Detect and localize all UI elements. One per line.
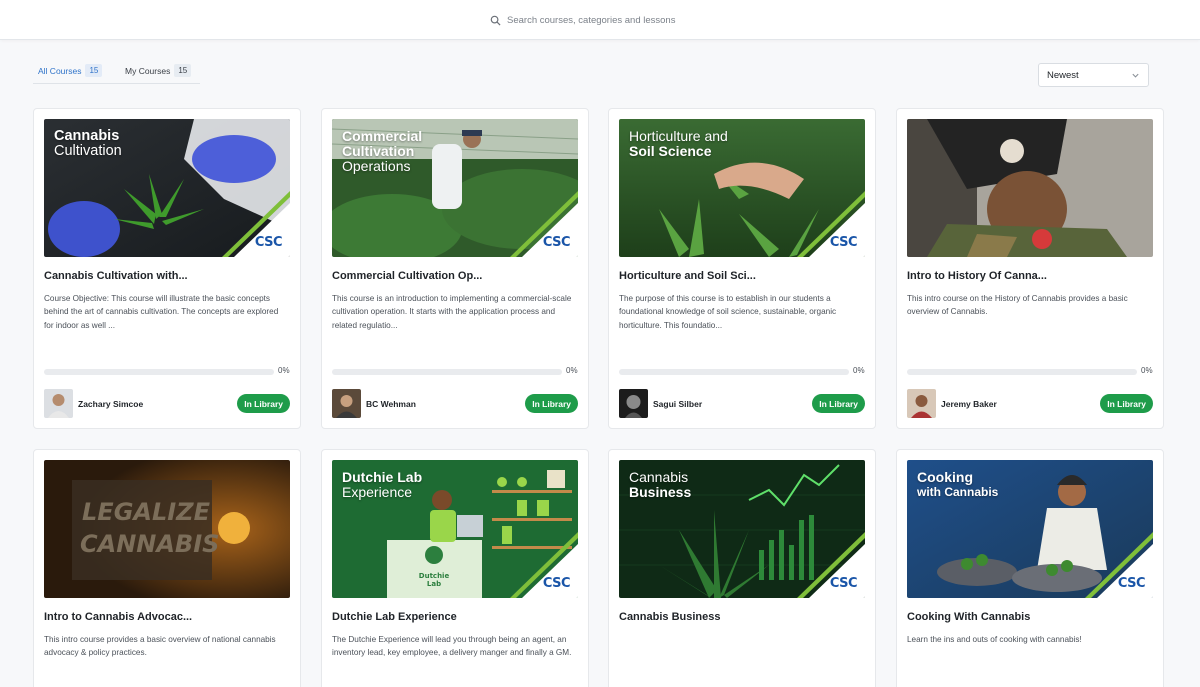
- course-tabs: All Courses 15 My Courses 15: [33, 62, 200, 84]
- progress-percent: 0%: [566, 366, 578, 375]
- csc-logo: CSC: [1117, 576, 1146, 591]
- course-title[interactable]: Dutchie Lab Experience: [332, 611, 578, 623]
- course-card[interactable]: Intro to History Of Canna... This intro …: [896, 108, 1164, 429]
- thumbnail-subtitle: Experience: [342, 484, 413, 500]
- sort-selected: Newest: [1047, 69, 1079, 81]
- author: BC Wehman: [332, 389, 416, 418]
- lab-sign-text: Dutchie: [419, 572, 450, 580]
- course-card[interactable]: Cannabis Cultivation CSC Cannabis Cultiva…: [33, 108, 301, 429]
- thumbnail-title: Cooking: [917, 469, 973, 485]
- tab-my-courses[interactable]: My Courses 15: [125, 64, 192, 77]
- progress-bar: [44, 369, 274, 375]
- in-library-button[interactable]: In Library: [812, 394, 865, 413]
- top-bar: Search courses, categories and lessons: [0, 0, 1200, 40]
- course-description: This intro course provides a basic overv…: [44, 635, 276, 658]
- course-title[interactable]: Cannabis Cultivation with...: [44, 270, 290, 282]
- sign-text: LEGALIZE: [82, 498, 211, 526]
- course-card[interactable]: Horticulture and Soil Science CSC Horticu…: [608, 108, 876, 429]
- avatar: [619, 389, 648, 418]
- course-card[interactable]: LEGALIZE CANNABIS Intro to Cannabis Advo…: [33, 449, 301, 687]
- in-library-button[interactable]: In Library: [525, 394, 578, 413]
- thumbnail-title: Cannabis: [629, 469, 689, 485]
- thumbnail-subtitle: Cultivation: [342, 143, 415, 159]
- thumbnail-title: Commercial: [342, 128, 423, 144]
- course-thumbnail: LEGALIZE CANNABIS: [44, 460, 290, 598]
- course-thumbnail: Cooking with Cannabis CSC: [907, 460, 1153, 598]
- author-name: BC Wehman: [366, 398, 416, 409]
- tab-all-courses[interactable]: All Courses 15: [38, 64, 103, 77]
- course-thumbnail: Horticulture and Soil Science CSC: [619, 119, 865, 257]
- csc-logo: CSC: [542, 235, 571, 250]
- author: Sagui Silber: [619, 389, 702, 418]
- chevron-down-icon: [1132, 73, 1139, 78]
- thumbnail-title: Dutchie Lab: [342, 469, 423, 485]
- progress-percent: 0%: [853, 366, 865, 375]
- count-badge: 15: [85, 64, 103, 77]
- thumbnail-title: Horticulture and: [629, 128, 728, 144]
- course-title[interactable]: Cannabis Business: [619, 611, 865, 623]
- tab-label: My Courses: [125, 65, 171, 76]
- course-title[interactable]: Intro to History Of Canna...: [907, 270, 1153, 282]
- course-thumbnail: Dutchie Lab Dutchie Lab Experience CSC: [332, 460, 578, 598]
- thumbnail-subtitle: Business: [629, 484, 692, 500]
- search-icon: [490, 15, 501, 26]
- thumbnail-subtitle: with Cannabis: [917, 485, 999, 499]
- search-input[interactable]: Search courses, categories and lessons: [490, 11, 675, 29]
- course-card[interactable]: Dutchie Lab Dutchie Lab Experience CSC Du…: [321, 449, 589, 687]
- course-title[interactable]: Intro to Cannabis Advocac...: [44, 611, 290, 623]
- thumbnail-title: Cannabis: [54, 128, 120, 144]
- tab-label: All Courses: [38, 65, 82, 76]
- lab-sign-text-2: Lab: [427, 580, 441, 588]
- course-card[interactable]: Cooking with Cannabis CSC Cooking With Ca…: [896, 449, 1164, 687]
- course-description: Course Objective: This course will illus…: [44, 294, 279, 330]
- avatar: [907, 389, 936, 418]
- progress-bar: [332, 369, 562, 375]
- course-thumbnail: Cannabis Business CSC: [619, 460, 865, 598]
- csc-logo: CSC: [254, 235, 283, 250]
- course-thumbnail: Commercial Cultivation Operations CSC: [332, 119, 578, 257]
- course-description: This course is an introduction to implem…: [332, 294, 572, 330]
- thumbnail-subtitle: Cultivation: [54, 143, 122, 159]
- in-library-button[interactable]: In Library: [1100, 394, 1153, 413]
- csc-logo: CSC: [542, 576, 571, 591]
- course-card[interactable]: Commercial Cultivation Operations CSC Comm…: [321, 108, 589, 429]
- course-card[interactable]: Cannabis Business CSC Cannabis Business: [608, 449, 876, 687]
- author-name: Jeremy Baker: [941, 398, 997, 409]
- author: Zachary Simcoe: [44, 389, 143, 418]
- course-thumbnail: Cannabis Cultivation CSC: [44, 119, 290, 257]
- search-placeholder: Search courses, categories and lessons: [507, 14, 676, 26]
- count-badge: 15: [174, 64, 192, 77]
- author-name: Sagui Silber: [653, 398, 703, 409]
- course-description: The Dutchie Experience will lead you thr…: [332, 635, 572, 658]
- course-title[interactable]: Commercial Cultivation Op...: [332, 270, 578, 282]
- course-description: The purpose of this course is to establi…: [619, 294, 837, 330]
- progress-percent: 0%: [278, 366, 290, 375]
- in-library-button[interactable]: In Library: [237, 394, 290, 413]
- csc-logo: CSC: [829, 235, 858, 250]
- author-name: Zachary Simcoe: [78, 398, 144, 409]
- progress-percent: 0%: [1141, 366, 1153, 375]
- avatar: [44, 389, 73, 418]
- thumbnail-subtitle-2: Operations: [342, 158, 411, 174]
- sort-dropdown[interactable]: Newest: [1038, 63, 1149, 87]
- avatar: [332, 389, 361, 418]
- course-thumbnail: [907, 119, 1153, 257]
- csc-logo: CSC: [829, 576, 858, 591]
- sign-text-2: CANNABIS: [80, 530, 219, 558]
- progress-bar: [907, 369, 1137, 375]
- thumbnail-subtitle: Soil Science: [629, 143, 712, 159]
- author: Jeremy Baker: [907, 389, 997, 418]
- course-title[interactable]: Horticulture and Soil Sci...: [619, 270, 865, 282]
- course-description: Learn the ins and outs of cooking with c…: [907, 635, 1082, 644]
- course-title[interactable]: Cooking With Cannabis: [907, 611, 1153, 623]
- progress-bar: [619, 369, 849, 375]
- course-description: This intro course on the History of Cann…: [907, 294, 1128, 317]
